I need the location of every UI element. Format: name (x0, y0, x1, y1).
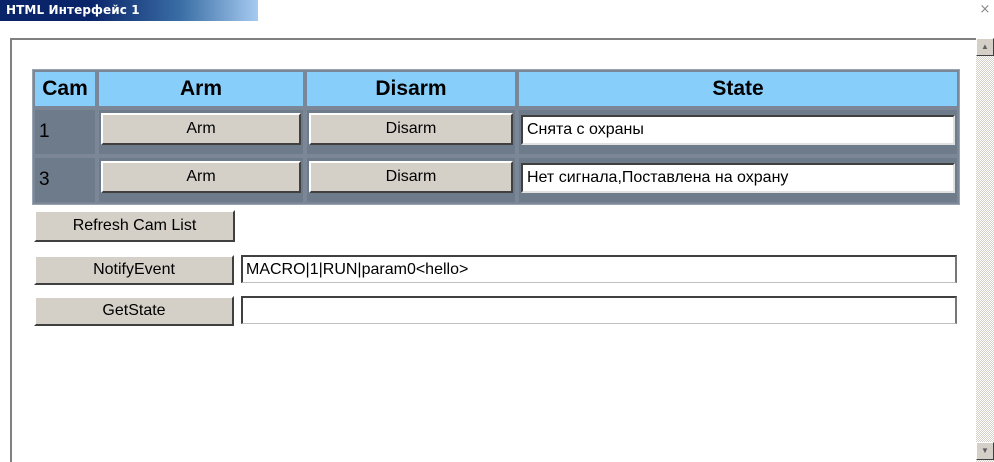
get-state-button[interactable]: GetState (34, 296, 234, 326)
header-disarm: Disarm (307, 72, 515, 106)
disarm-button[interactable]: Disarm (309, 113, 513, 145)
arm-button[interactable]: Arm (101, 161, 301, 193)
close-icon[interactable]: × (978, 2, 992, 18)
header-state: State (519, 72, 957, 106)
vertical-scrollbar[interactable]: ▲ ▼ (976, 38, 994, 462)
state-field: Нет сигнала,Поставлена на охрану (521, 163, 955, 193)
table-cell-state: Снята с охраны (519, 110, 957, 154)
table-cell-disarm: Disarm (307, 158, 515, 202)
get-state-input[interactable] (241, 296, 957, 324)
refresh-cam-list-button[interactable]: Refresh Cam List (34, 210, 235, 242)
notify-event-button[interactable]: NotifyEvent (34, 255, 234, 285)
cam-table: Cam Arm Disarm State 1 Arm Disarm Снята … (32, 69, 960, 205)
window-titlebar[interactable]: HTML Интерфейс 1 × (0, 0, 994, 21)
table-cell-state: Нет сигнала,Поставлена на охрану (519, 158, 957, 202)
scroll-up-icon[interactable]: ▲ (976, 38, 994, 56)
titlebar-active-region: HTML Интерфейс 1 (0, 0, 258, 21)
header-cam: Cam (35, 72, 95, 106)
header-arm: Arm (99, 72, 303, 106)
table-cell-arm: Arm (99, 110, 303, 154)
window-title: HTML Интерфейс 1 (6, 3, 140, 17)
state-field: Снята с охраны (521, 115, 955, 145)
scroll-down-icon[interactable]: ▼ (976, 442, 994, 460)
table-cell-disarm: Disarm (307, 110, 515, 154)
disarm-button[interactable]: Disarm (309, 161, 513, 193)
cam-number: 1 (35, 110, 95, 154)
table-cell-arm: Arm (99, 158, 303, 202)
arm-button[interactable]: Arm (101, 113, 301, 145)
notify-event-input[interactable] (241, 255, 957, 283)
cam-number: 3 (35, 158, 95, 202)
